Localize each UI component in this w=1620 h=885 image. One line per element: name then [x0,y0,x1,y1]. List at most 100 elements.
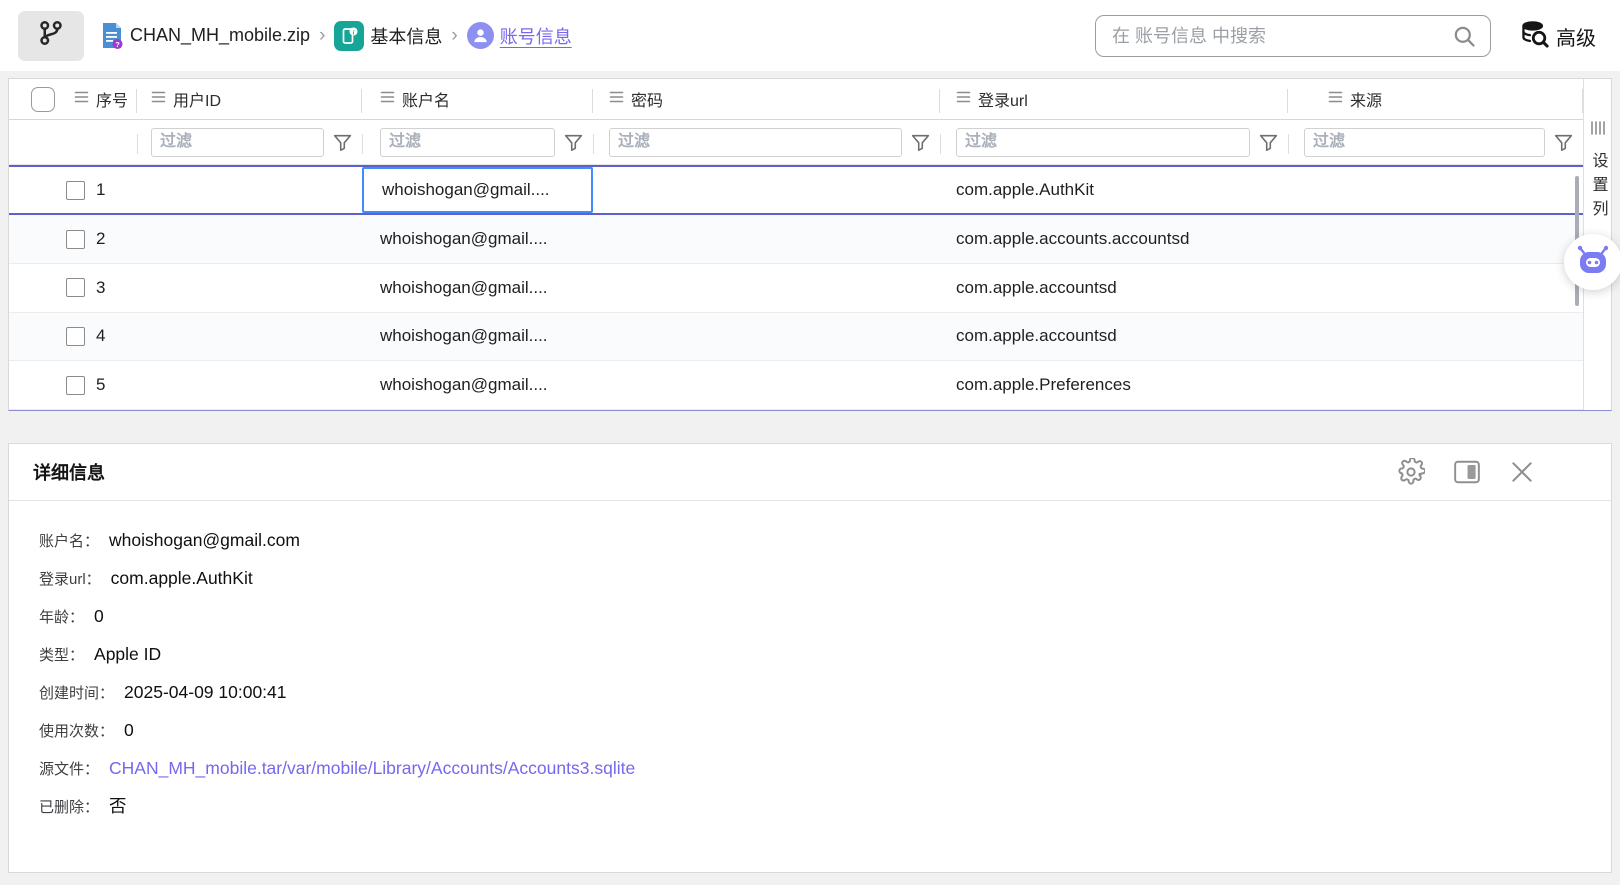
cell-source[interactable] [1288,264,1583,312]
detail-field-sourcefile: 源文件： CHAN_MH_mobile.tar/var/mobile/Libra… [39,757,1611,781]
breadcrumb-section[interactable]: i 基本信息 [334,20,442,51]
column-header-account[interactable]: 账户名 [362,79,593,119]
breadcrumb-file-label: CHAN_MH_mobile.zip [130,25,311,45]
row-checkbox[interactable] [66,375,85,395]
cell-password[interactable] [593,215,940,263]
table-row[interactable]: 3 whoishogan@gmail.... com.apple.account… [9,263,1583,313]
detail-field-created: 创建时间： 2025-04-09 10:00:41 [39,681,1611,705]
column-header-index[interactable]: 序号 [9,79,137,119]
cell-password[interactable] [593,361,940,409]
column-header-password[interactable]: 密码 [593,79,940,119]
cell-userid[interactable] [137,167,362,213]
filter-input-password[interactable] [609,127,902,157]
filter-input-source[interactable] [1304,127,1545,157]
column-label: 密码 [631,93,664,111]
detail-field-usecount: 使用次数： 0 [39,719,1611,743]
filter-cell-index [9,120,137,164]
breadcrumb: ? CHAN_MH_mobile.zip › i 基本信息 › 账号信息 [100,20,572,51]
detail-field-type: 类型： Apple ID [39,643,1611,667]
advanced-search-button[interactable]: 高级 [1520,20,1596,53]
row-checkbox[interactable] [66,180,85,200]
filter-funnel-icon[interactable] [1258,132,1279,153]
phone-info-icon: i [334,20,365,51]
field-label: 账户名： [39,533,100,550]
cell-loginurl[interactable]: com.apple.Preferences [940,361,1288,409]
search-icon[interactable] [1451,23,1478,50]
cell-source[interactable] [1288,313,1583,361]
cell-userid[interactable] [137,264,362,312]
table-row[interactable]: 2 whoishogan@gmail.... com.apple.account… [9,215,1583,264]
cell-userid[interactable] [137,313,362,361]
detail-field-deleted: 已删除： 否 [39,795,1611,819]
column-label: 来源 [1350,93,1383,111]
svg-text:i: i [353,29,355,36]
row-checkbox[interactable] [66,278,85,298]
filter-cell-account [362,120,593,164]
filter-funnel-icon[interactable] [332,132,353,153]
filter-input-loginurl[interactable] [956,127,1250,157]
row-index-cell: 4 [9,313,137,361]
ai-assistant-button[interactable] [1564,234,1620,290]
table-row[interactable]: 1 whoishogan@gmail.... com.apple.AuthKit [9,165,1583,216]
list-icon [609,90,624,109]
column-label: 账户名 [402,93,451,111]
column-label: 登录url [978,93,1028,111]
cell-account[interactable]: whoishogan@gmail.... [362,361,593,409]
list-icon [151,90,166,109]
cell-userid[interactable] [137,215,362,263]
row-index: 3 [96,277,106,297]
cell-userid[interactable] [137,361,362,409]
breadcrumb-page-label: 账号信息 [499,26,572,47]
cell-loginurl[interactable]: com.apple.accountsd [940,264,1288,312]
columns-icon [1590,121,1606,140]
row-index: 1 [96,180,106,200]
table-row[interactable]: 5 whoishogan@gmail.... com.apple.Prefere… [9,361,1583,410]
cell-loginurl[interactable]: com.apple.AuthKit [940,167,1288,213]
column-settings-label: 设置列 [1589,152,1607,224]
cell-loginurl[interactable]: com.apple.accounts.accountsd [940,215,1288,263]
filter-funnel-icon[interactable] [910,132,931,153]
filter-input-account[interactable] [380,127,555,157]
cell-password[interactable] [593,264,940,312]
gear-icon[interactable] [1397,458,1425,486]
breadcrumb-file[interactable]: ? CHAN_MH_mobile.zip [100,22,310,50]
cell-account[interactable]: whoishogan@gmail.... [362,215,593,263]
cell-source[interactable] [1288,167,1583,213]
cell-account[interactable]: whoishogan@gmail.... [362,264,593,312]
split-panel-icon[interactable] [1453,459,1481,485]
list-icon [380,90,395,109]
filter-funnel-icon[interactable] [563,132,584,153]
cell-account[interactable]: whoishogan@gmail.... [362,313,593,361]
select-all-checkbox[interactable] [31,86,55,112]
row-checkbox[interactable] [66,326,85,346]
breadcrumb-page[interactable]: 账号信息 [466,22,572,49]
cell-loginurl[interactable]: com.apple.accountsd [940,313,1288,361]
row-checkbox[interactable] [66,229,85,249]
list-icon [1328,90,1343,109]
field-label: 类型： [39,647,85,664]
filter-funnel-icon[interactable] [1553,132,1574,153]
search-input[interactable] [1096,25,1451,47]
cell-account-selected[interactable]: whoishogan@gmail.... [362,167,593,214]
row-index: 4 [96,326,106,346]
detail-actions [1397,458,1535,486]
column-header-loginurl[interactable]: 登录url [940,79,1288,119]
filter-cell-password [593,120,940,164]
field-value: com.apple.AuthKit [110,568,253,588]
filter-input-userid[interactable] [151,127,324,157]
source-file-link[interactable]: CHAN_MH_mobile.tar/var/mobile/Library/Ac… [109,757,635,779]
column-header-source[interactable]: 来源 [1288,79,1583,119]
cell-source[interactable] [1288,361,1583,409]
close-icon[interactable] [1509,459,1535,485]
table-row[interactable]: 4 whoishogan@gmail.... com.apple.account… [9,312,1583,362]
cell-password[interactable] [593,313,940,361]
row-index-cell: 1 [9,167,137,213]
field-label: 创建时间： [39,685,115,702]
tree-view-button[interactable] [18,10,84,61]
cell-password[interactable] [593,167,940,213]
column-header-userid[interactable]: 用户ID [137,79,362,119]
accounts-table-panel: 序号 用户ID 账户名 密码 登录url 来源 过滤 过滤 过滤 过滤 过滤 1… [8,78,1612,411]
row-index: 2 [96,229,106,249]
user-icon [466,22,494,49]
cell-source[interactable] [1288,215,1583,263]
